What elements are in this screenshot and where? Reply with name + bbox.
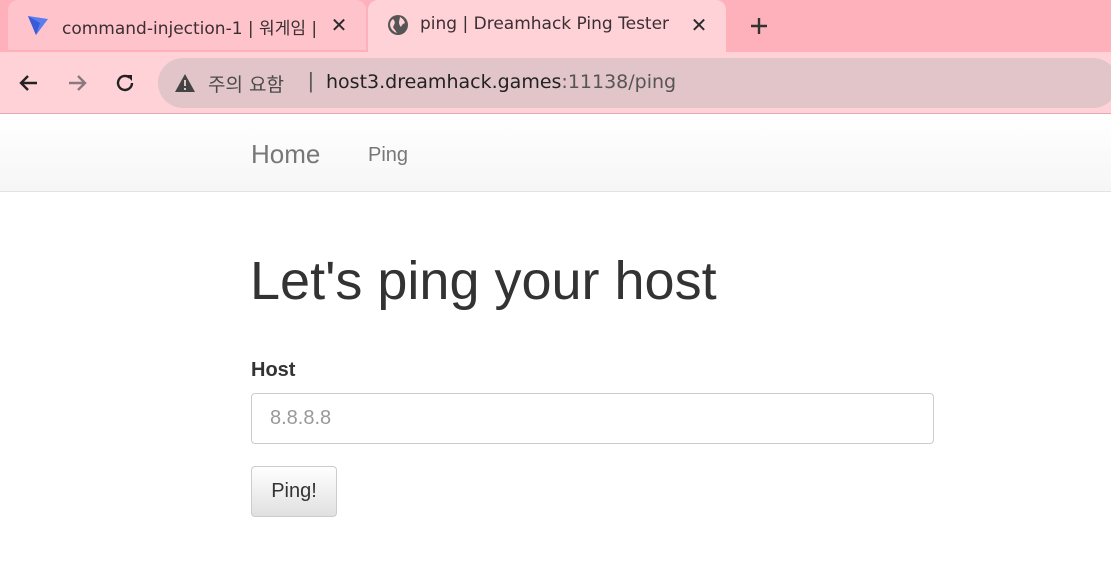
tab-command-injection[interactable]: command-injection-1 | 워게임 | ✕ bbox=[8, 0, 366, 50]
close-icon[interactable]: ✕ bbox=[326, 12, 352, 38]
host-input[interactable] bbox=[251, 393, 934, 444]
url-path: :11138/ping bbox=[561, 71, 677, 93]
globe-icon bbox=[386, 13, 410, 37]
page-title: Let's ping your host bbox=[250, 251, 717, 311]
site-navbar: Home Ping bbox=[0, 115, 1111, 192]
plus-icon bbox=[751, 18, 767, 34]
warning-icon[interactable] bbox=[174, 73, 196, 93]
arrow-right-icon bbox=[69, 75, 87, 91]
address-bar[interactable]: 주의 요함 | host3.dreamhack.games:11138/ping bbox=[158, 58, 1111, 108]
new-tab-button[interactable] bbox=[742, 9, 776, 43]
url-text[interactable]: host3.dreamhack.games:11138/ping bbox=[326, 71, 676, 93]
reload-icon bbox=[116, 74, 134, 92]
close-icon[interactable]: ✕ bbox=[686, 12, 712, 38]
nav-ping-link[interactable]: Ping bbox=[368, 144, 408, 167]
back-button[interactable] bbox=[12, 66, 46, 100]
host-label: Host bbox=[251, 359, 296, 381]
arrow-left-icon bbox=[19, 75, 37, 91]
tab-title: command-injection-1 | 워게임 | bbox=[62, 19, 318, 39]
url-host: host3.dreamhack.games bbox=[326, 71, 562, 93]
nav-home-link[interactable]: Home bbox=[251, 139, 320, 170]
tab-ping[interactable]: ping | Dreamhack Ping Tester ✕ bbox=[368, 0, 726, 52]
browser-toolbar: 주의 요함 | host3.dreamhack.games:11138/ping bbox=[0, 52, 1111, 114]
dreamhack-logo-icon bbox=[26, 13, 50, 37]
tab-title: ping | Dreamhack Ping Tester bbox=[420, 14, 670, 34]
ping-button[interactable]: Ping! bbox=[251, 466, 337, 517]
url-separator: | bbox=[308, 68, 314, 93]
security-status[interactable]: 주의 요함 bbox=[208, 70, 284, 97]
tab-strip: command-injection-1 | 워게임 | ✕ ping | Dre… bbox=[0, 0, 1111, 52]
forward-button[interactable] bbox=[60, 66, 94, 100]
reload-button[interactable] bbox=[108, 66, 142, 100]
